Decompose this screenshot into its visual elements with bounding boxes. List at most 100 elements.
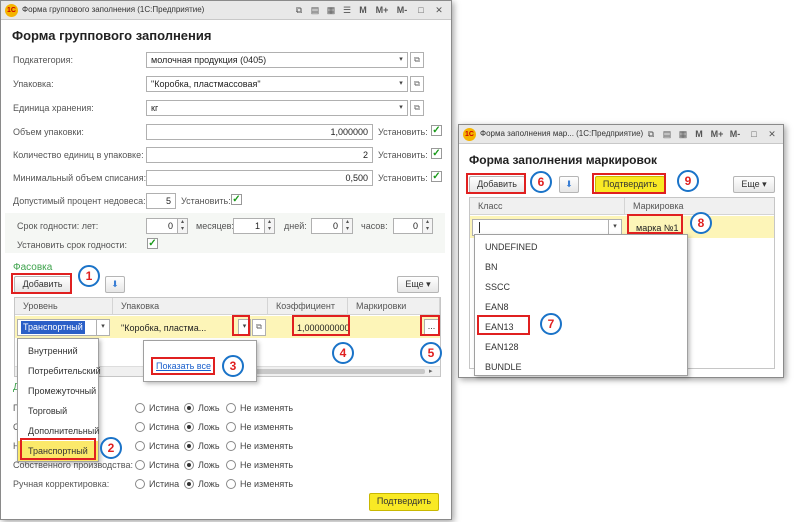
class-option[interactable]: EAN128	[475, 337, 687, 357]
subcategory-field[interactable]: молочная продукция (0405)	[146, 52, 396, 68]
open-form-icon[interactable]: ⧉	[410, 52, 424, 68]
level-option[interactable]: Торговый	[18, 401, 98, 421]
annotation-box-9	[592, 173, 666, 194]
shelf-days-field[interactable]: 0	[311, 218, 343, 234]
radio-false[interactable]	[184, 441, 194, 451]
save-icon[interactable]: ▤	[661, 128, 673, 140]
open-form-icon[interactable]: ⧉	[410, 100, 424, 116]
memory-m-button[interactable]: M	[357, 4, 369, 16]
min-writeoff-field[interactable]: 0,500	[146, 170, 373, 186]
packing-more-button[interactable]: Еще ▾	[397, 276, 439, 293]
hours-spin-icon[interactable]: ▴ ▾	[423, 218, 433, 234]
class-option[interactable]: SSCC	[475, 277, 687, 297]
list-icon[interactable]: ☰	[341, 4, 353, 16]
shelf-years-field[interactable]: 0	[146, 218, 178, 234]
close-icon[interactable]: ✕	[766, 128, 778, 140]
unit-field[interactable]: кг	[146, 100, 396, 116]
annotation-badge-3: 3	[222, 355, 244, 377]
main-heading: Форма группового заполнения	[12, 28, 212, 43]
memory-m-button[interactable]: M	[693, 128, 705, 140]
col-level-header[interactable]: Уровень	[15, 298, 113, 315]
open-form-icon[interactable]: ⧉	[410, 76, 424, 92]
radio-unchanged-label: Не изменять	[240, 441, 294, 451]
col-markings-header[interactable]: Маркировки	[348, 298, 440, 315]
radio-unchanged[interactable]	[226, 403, 236, 413]
min-writeoff-checkbox[interactable]: ✓	[431, 171, 442, 182]
level-option[interactable]: Промежуточный	[18, 381, 98, 401]
radio-false[interactable]	[184, 422, 194, 432]
save-icon[interactable]: ▤	[309, 4, 321, 16]
minimize-icon[interactable]: □	[748, 128, 760, 140]
units-in-pack-checkbox[interactable]: ✓	[431, 148, 442, 159]
col-coefficient-header[interactable]: Коэффициент	[268, 298, 348, 315]
annotation-badge-5: 5	[420, 342, 442, 364]
arrow-down-icon[interactable]: ⬇	[105, 276, 125, 293]
months-spin-icon[interactable]: ▴ ▾	[265, 218, 275, 234]
memory-plus-button[interactable]: M+	[374, 4, 390, 16]
radio-true[interactable]	[135, 403, 145, 413]
main-window-title: Форма группового заполнения (1С:Предприя…	[22, 5, 205, 14]
radio-true[interactable]	[135, 422, 145, 432]
clipboard-icon[interactable]: ▦	[325, 4, 337, 16]
minimize-icon[interactable]: □	[415, 4, 427, 16]
copy-icon[interactable]: ⧉	[645, 128, 657, 140]
level-cell-value[interactable]: Транспортный	[21, 321, 85, 334]
annotation-badge-4: 4	[332, 342, 354, 364]
main-confirm-button[interactable]: Подтвердить	[369, 493, 439, 511]
radio-true[interactable]	[135, 479, 145, 489]
shortage-label: Допустимый процент недовеса:	[13, 196, 146, 206]
copy-icon[interactable]: ⧉	[293, 4, 305, 16]
set-label: Установить:	[378, 127, 428, 137]
memory-minus-button[interactable]: M-	[727, 128, 743, 140]
class-option[interactable]: BN	[475, 257, 687, 277]
packaging-field[interactable]: "Коробка, пластмассовая"	[146, 76, 396, 92]
radio-unchanged[interactable]	[226, 441, 236, 451]
marking-more-button[interactable]: Еще ▾	[733, 176, 775, 193]
memory-minus-button[interactable]: M-	[394, 4, 410, 16]
units-in-pack-field[interactable]: 2	[146, 147, 373, 163]
scrollbar-thumb[interactable]	[245, 369, 425, 374]
open-form-icon[interactable]: ⧉	[252, 319, 266, 336]
chevron-down-icon[interactable]: ▾	[395, 100, 408, 116]
packaging-cell-value[interactable]: "Коробка, пластма...	[121, 323, 206, 333]
radio-false[interactable]	[184, 479, 194, 489]
marking-heading: Форма заполнения маркировок	[469, 153, 658, 167]
days-spin-icon[interactable]: ▴ ▾	[343, 218, 353, 234]
class-option[interactable]: BUNDLE	[475, 357, 687, 377]
shelf-months-field[interactable]: 1	[233, 218, 265, 234]
radio-true[interactable]	[135, 441, 145, 451]
class-option[interactable]: EAN8	[475, 297, 687, 317]
radio-true[interactable]	[135, 460, 145, 470]
memory-plus-button[interactable]: M+	[709, 128, 725, 140]
shortage-field[interactable]: 5	[146, 193, 176, 209]
years-spin-icon[interactable]: ▴ ▾	[178, 218, 188, 234]
arrow-down-icon[interactable]: ⬇	[559, 176, 579, 193]
set-label: Установить:	[378, 150, 428, 160]
radio-false[interactable]	[184, 403, 194, 413]
chevron-down-icon[interactable]: ▾	[395, 76, 408, 92]
level-option[interactable]: Внутренний	[18, 341, 98, 361]
radio-unchanged[interactable]	[226, 460, 236, 470]
shortage-checkbox[interactable]: ✓	[231, 194, 242, 205]
chevron-down-icon[interactable]: ▾	[97, 319, 110, 336]
annotation-badge-9: 9	[677, 170, 699, 192]
scroll-right-icon[interactable]: ▸	[429, 367, 433, 375]
shelf-hours-label: часов:	[361, 221, 388, 231]
unit-label: Единица хранения:	[13, 103, 94, 113]
level-option[interactable]: Потребительский	[18, 361, 101, 381]
radio-false-label: Ложь	[198, 479, 220, 489]
radio-unchanged[interactable]	[226, 479, 236, 489]
radio-false[interactable]	[184, 460, 194, 470]
pack-volume-checkbox[interactable]: ✓	[431, 125, 442, 136]
close-icon[interactable]: ✕	[433, 4, 445, 16]
class-option[interactable]: UNDEFINED	[475, 237, 687, 257]
set-shelf-life-checkbox[interactable]: ✓	[147, 238, 158, 249]
chevron-down-icon[interactable]: ▾	[395, 52, 408, 68]
col-packaging-header[interactable]: Упаковка	[113, 298, 268, 315]
radio-unchanged[interactable]	[226, 422, 236, 432]
shelf-hours-field[interactable]: 0	[393, 218, 423, 234]
clipboard-icon[interactable]: ▦	[677, 128, 689, 140]
pack-volume-field[interactable]: 1,000000	[146, 124, 373, 140]
col-class-header[interactable]: Класс	[470, 198, 625, 215]
annotation-badge-2: 2	[100, 437, 122, 459]
